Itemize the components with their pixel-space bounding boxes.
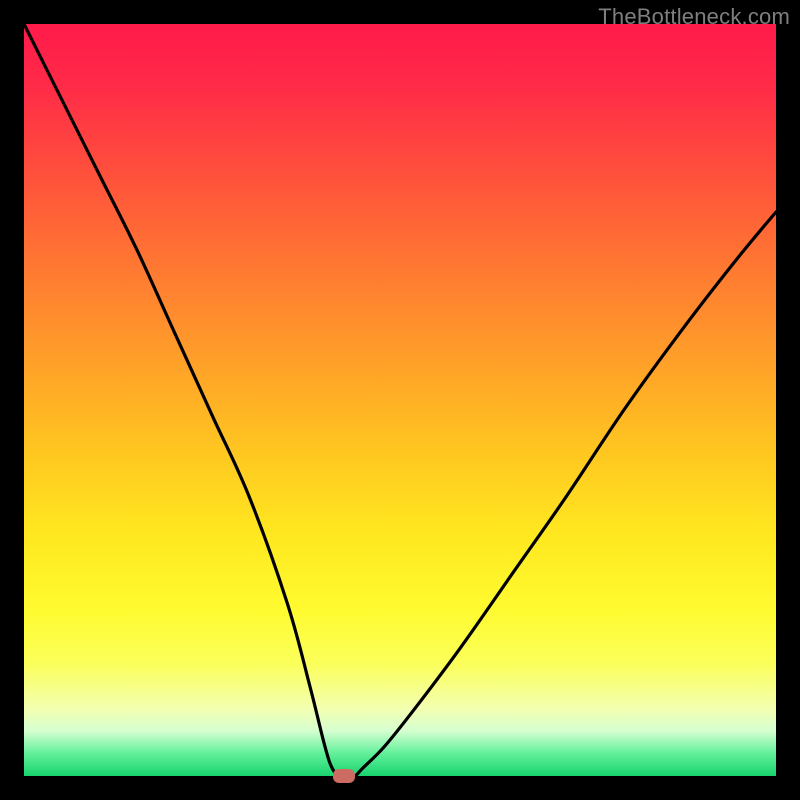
optimal-marker: [333, 769, 355, 783]
curve-svg: [24, 24, 776, 776]
bottleneck-curve-path: [24, 24, 776, 777]
plot-area: [24, 24, 776, 776]
watermark-text: TheBottleneck.com: [598, 4, 790, 30]
chart-frame: TheBottleneck.com: [0, 0, 800, 800]
